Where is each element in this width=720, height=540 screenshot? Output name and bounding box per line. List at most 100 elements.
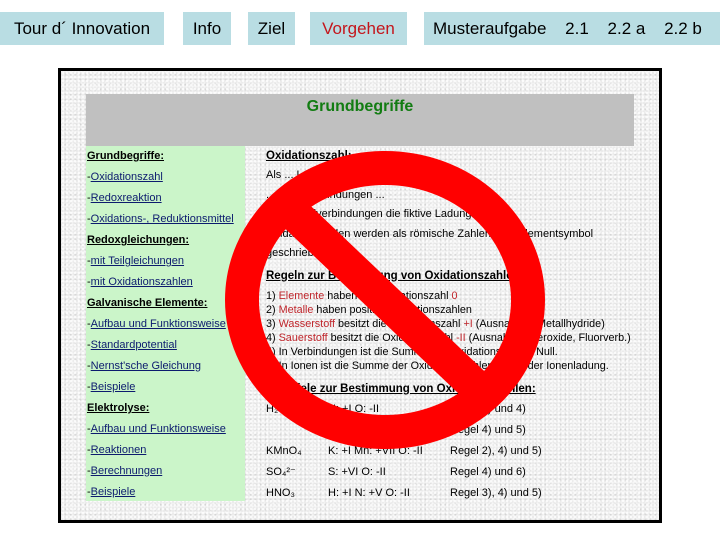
examples-heading: Beispiele zur Bestimmung von Oxidationsz… (266, 382, 536, 395)
rule-hl: Sauerstoff (278, 331, 328, 344)
example-row: Regel 4) und 5) (266, 420, 646, 441)
example-rule: Regel 3) und 4) (450, 402, 526, 415)
topic-heading: Elektrolyse: (87, 402, 150, 414)
topic-link[interactable]: Nernst'sche Gleichung (91, 360, 201, 372)
topic-link-row: -Oxidations-, Reduktionsmittel (87, 209, 245, 230)
oxidationszahl-heading: Oxidationszahl: (266, 150, 352, 162)
example-row: SO₄²⁻ S: +VI O: -II Regel 4) und 6) (266, 462, 646, 483)
definition-line: ... Molekülverbindungen die fiktive Ladu… (266, 208, 501, 220)
rule-n: 6) (266, 359, 279, 372)
rule-rest2: (Ausnahme: Metallhydride) (472, 317, 605, 330)
topic-link[interactable]: Aufbau und Funktionsweise (91, 318, 226, 330)
example-ox: H: +I N: +V O: -II (328, 486, 410, 499)
example-formula: HNO₃ (266, 486, 295, 499)
example-ox: S: +VI O: -II (328, 465, 386, 478)
rule-hl: Elemente (278, 289, 325, 302)
definition-line: Oxidationszahlen werden als römische Zah… (266, 227, 594, 240)
nav-tour-button[interactable]: Tour d´ Innovation (0, 12, 164, 45)
topic-link-row: -Aufbau und Funktionsweise (87, 314, 245, 335)
rule-item: 5) In Verbindungen ist die Summe der Oxi… (266, 345, 646, 359)
example-formula: H₂O (266, 402, 287, 415)
topic-link-row: -Beispiele (87, 482, 245, 503)
rule-rest: In Verbindungen ist die Summe der Oxidat… (278, 345, 558, 358)
nav-2-2a-button[interactable]: 2.2 a (608, 12, 646, 45)
example-row: KMnO₄ K: +I Mn: +VII O: -II Regel 2), 4) u… (266, 441, 646, 462)
nav-2-1-button[interactable]: 2.1 (565, 12, 589, 45)
rule-hl2: 0 (451, 289, 458, 302)
examples-table: H₂O H: +I O: -II Regel 3) und 4) Regel 4) u… (266, 399, 646, 504)
rule-hl: Metalle (278, 303, 314, 316)
rule-hl: Wasserstoff (278, 317, 336, 330)
rule-rest2: (Ausnahme: Peroxide, Fluorverb.) (465, 331, 631, 344)
example-rule: Regel 3), 4) und 5) (450, 486, 542, 499)
topic-heading: Redoxgleichungen: (87, 234, 190, 246)
rule-rest: besitzt die Oxidationszahl (335, 317, 464, 330)
example-rule: Regel 4) und 5) (450, 423, 526, 436)
slide-title: Grundbegriffe (306, 98, 414, 115)
example-row: HNO₃ H: +I N: +V O: -II Regel 3), 4) und 5… (266, 483, 646, 504)
topic-link[interactable]: Oxidationszahl (91, 171, 163, 183)
rule-rest: haben positive Oxidationszahlen (313, 303, 472, 316)
topic-link-row: -Beispiele (87, 377, 245, 398)
topic-link[interactable]: Beispiele (91, 381, 136, 393)
definition-line: geschrieben. (266, 247, 329, 259)
topic-link[interactable]: Beispiele (91, 486, 136, 498)
topic-heading: Galvanische Elemente: (87, 297, 208, 309)
rule-item: 4) Sauerstoff besitzt die Oxidationszahl… (266, 331, 646, 345)
rule-rest: besitzt die Oxidationszahl (327, 331, 457, 344)
nav-ziel-button[interactable]: Ziel (248, 12, 295, 45)
example-ox: K: +I Mn: +VII O: -II (328, 444, 423, 457)
example-rule: Regel 2), 4) und 5) (450, 444, 542, 457)
definition-line: Als ... Ladung eines Atoms in (266, 169, 408, 181)
rules-heading: Regeln zur Bestimmung von Oxidationszahl… (266, 269, 524, 282)
topic-navigation-panel: Grundbegriffe: -Oxidationszahl -Redoxreakt… (86, 146, 245, 501)
rule-n: 5) (266, 345, 279, 358)
topic-link[interactable]: mit Oxidationszahlen (91, 276, 193, 288)
topic-link-row: -Redoxreaktion (87, 188, 245, 209)
content-panel: Oxidationszahl: Als ... Ladung eines Ato… (266, 146, 646, 504)
topic-link-row: -Standardpotential (87, 335, 245, 356)
topic-link-row: -Aufbau und Funktionsweise (87, 419, 245, 440)
nav-2-2b-button[interactable]: 2.2 b (664, 12, 702, 45)
topic-link-row: -Nernst'sche Gleichung (87, 356, 245, 377)
topic-link-row: -Oxidationszahl (87, 167, 245, 188)
nav-task-group: Musteraufgabe 2.1 2.2 a 2.2 b (424, 12, 720, 45)
topic-link[interactable]: Berechnungen (91, 465, 163, 477)
topic-link-row: -Reaktionen (87, 440, 245, 461)
rule-rest: haben die Oxidationszahl (324, 289, 452, 302)
topic-link-row: -mit Oxidationszahlen (87, 272, 245, 293)
example-formula: KMnO₄ (266, 444, 302, 457)
rules-list: 1) Elemente haben die Oxidationszahl 0 2)… (266, 289, 646, 373)
topic-heading: Grundbegriffe: (87, 150, 164, 162)
rule-item: 3) Wasserstoff besitzt die Oxidationszah… (266, 317, 646, 331)
example-rule: Regel 4) und 6) (450, 465, 526, 478)
nav-info-button[interactable]: Info (183, 12, 231, 45)
topic-link[interactable]: Reaktionen (91, 444, 147, 456)
rule-item: 1) Elemente haben die Oxidationszahl 0 (266, 289, 646, 303)
rule-rest: In Ionen ist die Summe der Oxidationszah… (278, 359, 609, 372)
nav-vorgehen-button[interactable]: Vorgehen (310, 12, 407, 45)
slide-frame: Grundbegriffe Grundbegriffe: -Oxidationsz… (58, 68, 662, 523)
example-formula: SO₄²⁻ (266, 465, 296, 478)
topic-link[interactable]: Oxidations-, Reduktionsmittel (91, 213, 234, 225)
topic-link[interactable]: mit Teilgleichungen (91, 255, 184, 267)
topic-link-row: -Berechnungen (87, 461, 245, 482)
rule-n: 3) (266, 317, 279, 330)
rule-item: 6) In Ionen ist die Summe der Oxidations… (266, 359, 646, 373)
rule-hl2: +I (463, 317, 473, 330)
topic-link[interactable]: Standardpotential (91, 339, 177, 351)
oxidationszahl-definition: Als ... Ladung eines Atoms in ... Ionenve… (266, 166, 646, 264)
topic-link-row: -mit Teilgleichungen (87, 251, 245, 272)
rule-n: 1) (266, 289, 279, 302)
rule-item: 2) Metalle haben positive Oxidationszahl… (266, 303, 646, 317)
topic-link[interactable]: Redoxreaktion (91, 192, 162, 204)
example-ox: H: +I O: -II (328, 402, 380, 415)
rule-hl2: -II (456, 331, 466, 344)
nav-musteraufgabe-button[interactable]: Musteraufgabe (433, 12, 546, 45)
example-row: H₂O H: +I O: -II Regel 3) und 4) (266, 399, 646, 420)
topic-link[interactable]: Aufbau und Funktionsweise (91, 423, 226, 435)
rule-n: 2) (266, 303, 279, 316)
slide-title-bar: Grundbegriffe (86, 94, 634, 146)
rule-n: 4) (266, 331, 279, 344)
definition-line: ... Ionenverbindungen ... (266, 188, 385, 201)
